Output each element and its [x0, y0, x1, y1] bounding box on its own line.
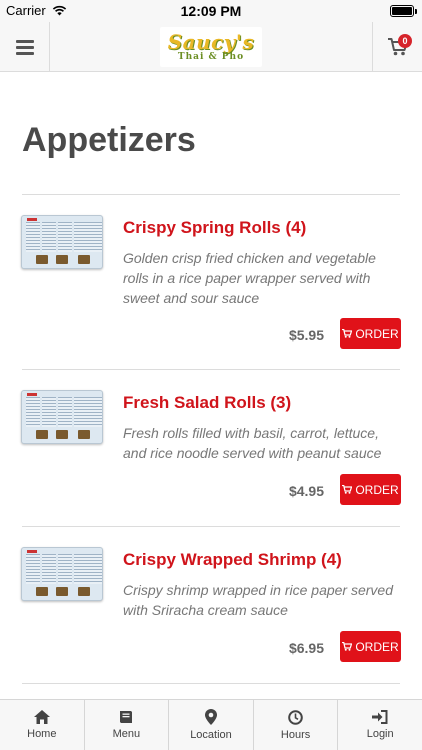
item-name[interactable]: Crispy Spring Rolls (4) [123, 218, 306, 238]
app-header: Saucy's Thai & Pho 0 [0, 22, 422, 72]
logo-title: Saucy's [167, 29, 255, 54]
order-button-label: ORDER [355, 326, 399, 341]
item-name[interactable]: Crispy Wrapped Shrimp (4) [123, 550, 342, 570]
tab-login[interactable]: Login [338, 700, 422, 750]
cart-button[interactable]: 0 [372, 22, 422, 72]
menu-book-icon [120, 711, 133, 723]
menu-item[interactable]: Fresh Salad Rolls (3) Fresh rolls filled… [0, 370, 422, 526]
order-button-label: ORDER [355, 639, 399, 654]
map-pin-icon [204, 709, 217, 725]
home-icon [33, 710, 50, 724]
tab-label: Home [27, 728, 57, 740]
restaurant-logo[interactable]: Saucy's Thai & Pho [160, 27, 262, 67]
item-price: $5.95 [288, 327, 324, 343]
status-time: 12:09 PM [180, 3, 242, 19]
item-name[interactable]: Fresh Salad Rolls (3) [123, 393, 291, 413]
divider [22, 683, 400, 684]
logo-subtitle: Thai & Pho [177, 51, 245, 62]
hamburger-menu-button[interactable] [0, 22, 50, 72]
menu-content[interactable]: Appetizers Crispy Spring Rolls (4) Golde… [0, 73, 422, 699]
cart-icon [342, 485, 353, 494]
status-bar: Carrier 12:09 PM [0, 0, 422, 22]
order-button[interactable]: ORDER [340, 631, 401, 662]
cart-icon [342, 329, 353, 338]
menu-thumbnail-image[interactable] [21, 390, 103, 444]
menu-item[interactable]: Crispy Wrapped Shrimp (4) Crispy shrimp … [0, 527, 422, 683]
menu-item[interactable]: Crispy Spring Rolls (4) Golden crisp fri… [0, 195, 422, 352]
order-button[interactable]: ORDER [340, 474, 401, 505]
menu-thumbnail-image[interactable] [21, 215, 103, 269]
tab-label: Location [190, 729, 232, 741]
order-button[interactable]: ORDER [340, 318, 401, 349]
tab-home[interactable]: Home [0, 700, 85, 750]
tab-label: Hours [280, 728, 311, 741]
clock-icon [288, 709, 303, 725]
bottom-tab-bar: Home Menu Location Hours Login [0, 699, 422, 750]
item-description: Fresh rolls filled with basil, carrot, l… [123, 425, 382, 461]
item-description: Golden crisp fried chicken and vegetable… [123, 250, 376, 306]
order-button-label: ORDER [355, 482, 399, 497]
item-price: $4.95 [288, 483, 324, 499]
menu-thumbnail-image[interactable] [21, 547, 103, 601]
section-title: Appetizers [22, 121, 196, 159]
tab-hours[interactable]: Hours [254, 700, 339, 750]
login-icon [372, 710, 388, 724]
hamburger-icon [15, 39, 34, 55]
tab-label: Menu [112, 728, 141, 740]
tab-menu[interactable]: Menu [85, 700, 170, 750]
tab-label: Login [366, 728, 394, 740]
item-description: Crispy shrimp wrapped in rice paper serv… [123, 582, 393, 618]
item-price: $6.95 [288, 640, 324, 656]
battery-icon [390, 5, 417, 17]
cart-count-badge: 0 [398, 34, 412, 48]
tab-location[interactable]: Location [169, 700, 254, 750]
cart-icon [342, 642, 353, 651]
